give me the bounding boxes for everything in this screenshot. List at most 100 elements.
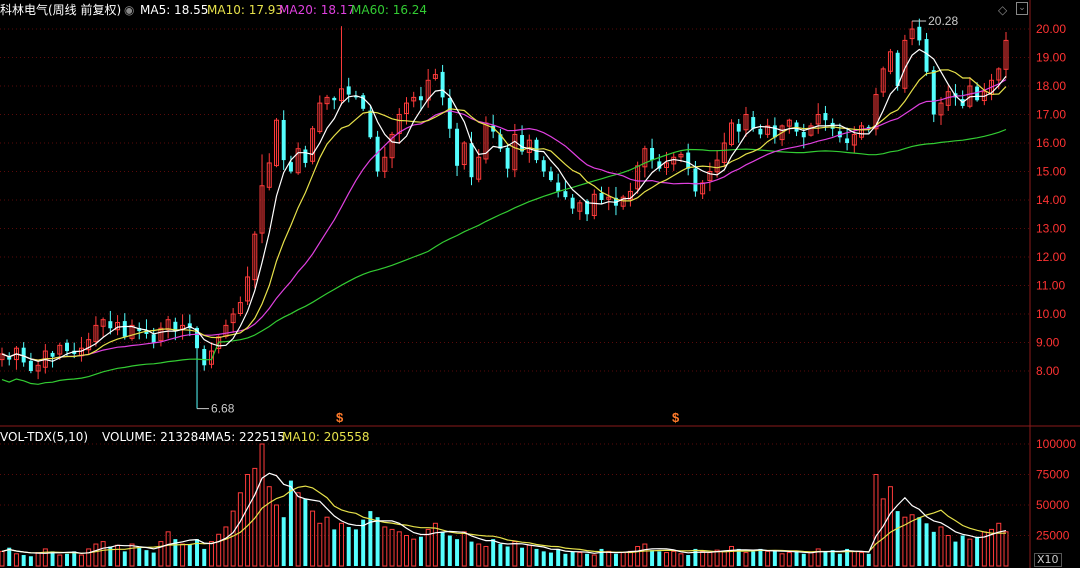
volume-tick-label: 100000 <box>1036 437 1076 451</box>
volume-bar <box>455 539 460 566</box>
price-tick-label: 11.00 <box>1036 279 1065 293</box>
volume-bar <box>0 550 5 567</box>
volume-bar <box>686 555 691 566</box>
volume-bar <box>721 550 727 567</box>
candle-body <box>548 171 553 181</box>
volume-bar <box>801 553 806 566</box>
volume-bar <box>570 551 575 566</box>
volume-bar <box>288 480 293 566</box>
volume-bar <box>664 552 670 567</box>
volume-bar <box>729 545 735 567</box>
volume-bar <box>57 554 63 567</box>
volume-bar <box>353 529 358 566</box>
price-tick-label: 8.00 <box>1036 364 1060 378</box>
volume-bar <box>880 498 886 567</box>
candle-body <box>686 152 691 169</box>
candle-body <box>563 191 568 198</box>
volume-bar <box>78 554 84 567</box>
volume-bar <box>541 551 546 566</box>
candle-body <box>303 149 308 163</box>
volume-bar <box>837 553 842 566</box>
volume-bar <box>873 474 879 567</box>
volume-bar <box>917 517 922 566</box>
volume-bar <box>338 522 344 567</box>
volume-bar <box>317 522 323 567</box>
volume-bar <box>505 546 510 566</box>
candle-body <box>346 86 351 95</box>
volume-bar <box>895 511 900 566</box>
candle-body <box>570 197 575 209</box>
ma10-line <box>1 69 1007 361</box>
candle-body <box>440 71 445 98</box>
candle-body <box>469 143 474 178</box>
volume-bar <box>28 556 33 566</box>
candle-body <box>736 123 741 132</box>
volume-bar <box>967 538 973 567</box>
volume-bar <box>13 553 19 567</box>
volume-bar <box>303 498 308 566</box>
volume-bar <box>310 510 316 567</box>
volume-bar <box>165 531 171 567</box>
price-tick-label: 20.00 <box>1036 22 1066 36</box>
volume-bar <box>21 555 26 566</box>
volume-bar <box>931 531 936 566</box>
volume-bar <box>476 543 482 567</box>
volume-bar <box>86 548 92 567</box>
volume-bar <box>382 526 388 567</box>
volume-bar <box>975 536 980 566</box>
volume-tick-label: 25000 <box>1036 529 1070 543</box>
volume-bar <box>953 541 958 566</box>
volume-bar <box>223 526 229 567</box>
volume-bar <box>693 548 698 566</box>
candle-body <box>924 39 929 72</box>
candle-body <box>693 168 698 192</box>
candle-body <box>108 321 113 329</box>
volume-bar <box>129 543 135 567</box>
volume-bar <box>657 551 662 566</box>
volume-bar <box>859 552 865 567</box>
volume-bar <box>678 553 684 567</box>
volume-bar <box>642 543 648 567</box>
volume-bar <box>938 526 944 567</box>
price-tick-label: 12.00 <box>1036 250 1066 264</box>
volume-bar <box>671 550 677 567</box>
volume-bar <box>526 544 532 567</box>
candle-body <box>931 70 936 115</box>
candle-body <box>151 334 156 343</box>
candle-body <box>801 131 806 138</box>
volume-bar <box>187 544 192 566</box>
volume-bar <box>122 551 127 566</box>
dividend-marker: $ <box>336 410 344 425</box>
stock-chart[interactable]: 20.00 19.00 18.00 17.00 16.00 15.00 14.00 13.00… <box>0 0 1080 568</box>
volume-bar <box>772 550 777 566</box>
volume-bar <box>245 474 251 567</box>
candle-body <box>895 52 900 86</box>
candle-body <box>505 147 510 169</box>
price-tick-label: 18.00 <box>1036 79 1066 93</box>
volume-bar <box>180 543 186 567</box>
candle-body <box>599 192 604 200</box>
volume-bar <box>996 522 1002 567</box>
volume-bar <box>779 553 785 567</box>
candle-body <box>447 98 452 129</box>
volume-bar <box>65 553 69 566</box>
volume-tick-label: 75000 <box>1036 468 1070 482</box>
volume-bar <box>50 551 55 566</box>
volume-bar <box>216 533 222 567</box>
volume-bar <box>830 550 835 566</box>
price-tick-label: 10.00 <box>1036 307 1066 321</box>
volume-bar <box>266 486 272 567</box>
volume-bar <box>1003 531 1009 567</box>
volume-bar <box>577 552 583 567</box>
volume-bar <box>72 551 77 566</box>
volume-bar <box>960 535 965 566</box>
volume-ma5-line <box>1 472 1007 554</box>
volume-bar <box>361 519 366 566</box>
volume-bar <box>606 550 612 567</box>
candle-body <box>751 117 756 129</box>
candle-body <box>332 97 337 101</box>
volume-bar <box>851 550 857 567</box>
volume-bar <box>324 516 330 567</box>
volume-bar <box>714 549 720 567</box>
volume-bar <box>613 553 618 566</box>
